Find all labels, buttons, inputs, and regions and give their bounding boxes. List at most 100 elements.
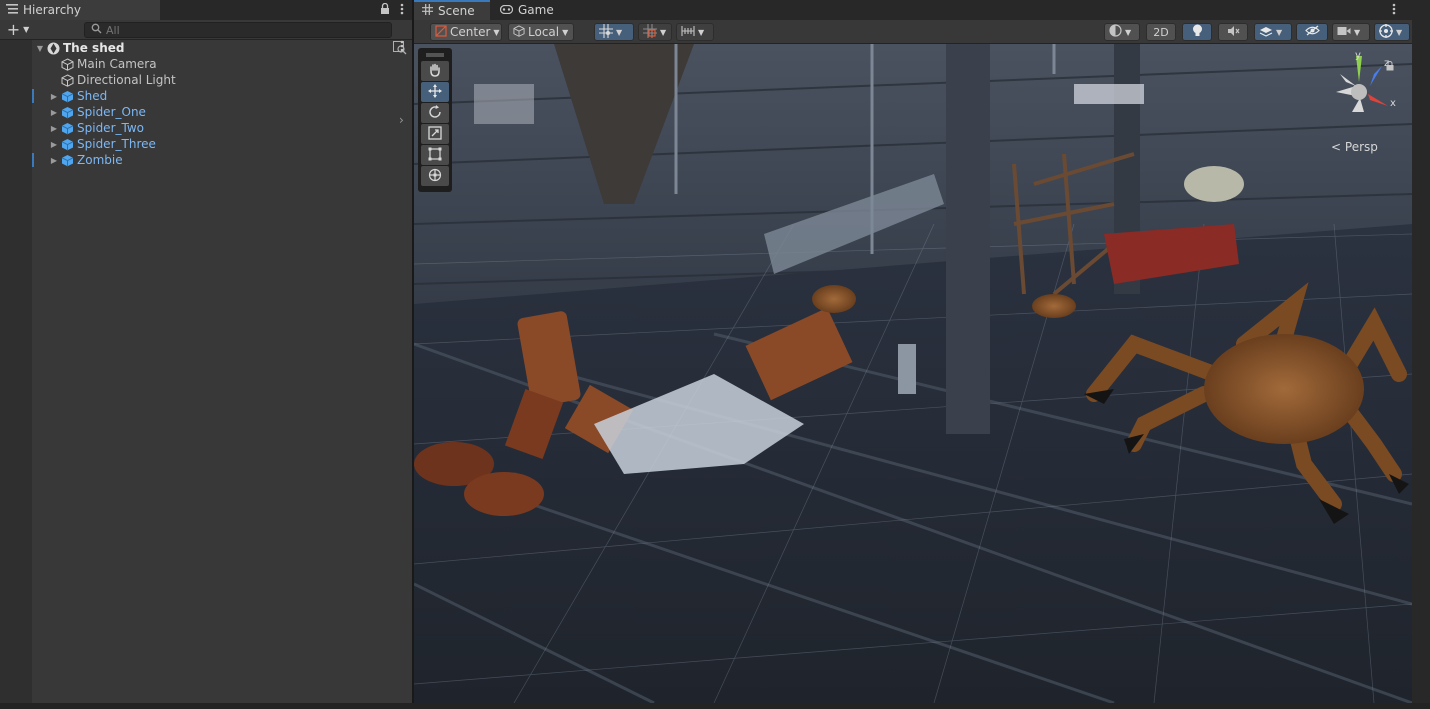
projection-toggle[interactable]: < Persp: [1331, 140, 1378, 154]
scale-icon: [428, 125, 442, 143]
window-light: [1074, 84, 1144, 104]
collapse-arrow-icon[interactable]: ▼: [34, 44, 46, 53]
item-label: Spider_Three: [77, 137, 156, 151]
transform-icon: [428, 168, 442, 185]
caret-down-icon: ▼: [562, 27, 569, 37]
rotate-icon: [428, 104, 442, 122]
add-object-button[interactable]: + ▼: [0, 20, 36, 40]
orientation-gizmo[interactable]: y z x: [1326, 50, 1402, 128]
increment-snap-toggle[interactable]: ▼: [638, 23, 672, 41]
window-light-left: [474, 84, 534, 124]
prefab-cube-icon: [60, 121, 74, 135]
item-label: Spider_One: [77, 105, 146, 119]
lightbulb-icon: [1192, 24, 1203, 40]
lock-icon[interactable]: [380, 2, 390, 18]
rect-tool-button[interactable]: [421, 145, 449, 165]
move-tool-button[interactable]: [421, 82, 449, 102]
hand-icon: [428, 63, 442, 80]
rotate-tool-button[interactable]: [421, 103, 449, 123]
list-icon: [6, 3, 18, 17]
zombie-figure: [898, 344, 916, 394]
tree-row-zombie[interactable]: ▶ Zombie: [0, 152, 412, 168]
scale-tool-button[interactable]: [421, 124, 449, 144]
tree-row-spider-one[interactable]: ▶ Spider_One: [0, 104, 412, 120]
chevron-right-icon[interactable]: ›: [399, 113, 404, 127]
grid-snap-icon: [599, 23, 613, 41]
shading-mode-dropdown[interactable]: ▼: [1104, 23, 1140, 41]
scene-viewport[interactable]: [414, 44, 1412, 703]
root-label: The shed: [63, 41, 125, 55]
caret-down-icon: ▼: [660, 27, 667, 37]
camera-settings-dropdown[interactable]: ▼: [1332, 23, 1370, 41]
search-icon: [91, 23, 102, 37]
tree-row-root[interactable]: ▼ The shed: [0, 40, 412, 56]
pivot-icon: [435, 24, 447, 40]
prefab-cube-icon: [60, 137, 74, 151]
tab-scene[interactable]: Scene: [414, 0, 490, 20]
video-camera-icon: [1337, 25, 1351, 39]
tab-hierarchy[interactable]: Hierarchy: [0, 0, 160, 20]
local-cube-icon: [513, 24, 525, 40]
caret-down-icon: ▼: [493, 27, 500, 37]
hierarchy-panel: Hierarchy + ▼ ▼: [0, 0, 412, 703]
ruler-icon: [681, 25, 695, 40]
ruler-toggle[interactable]: ▼: [676, 23, 714, 41]
tree-row-main-camera[interactable]: Main Camera: [0, 56, 412, 72]
expand-arrow-icon[interactable]: ▶: [48, 92, 60, 101]
expand-arrow-icon[interactable]: ▶: [48, 156, 60, 165]
prefab-cube-icon: [60, 89, 74, 103]
pivot-mode-dropdown[interactable]: Center ▼: [430, 23, 502, 41]
hierarchy-title: Hierarchy: [23, 3, 82, 17]
gameobject-cube-icon: [60, 57, 74, 71]
item-label: Directional Light: [77, 73, 176, 87]
hidden-objects-toggle[interactable]: [1296, 23, 1328, 41]
gizmo-cone-x[interactable]: [1368, 94, 1388, 106]
effects-dropdown[interactable]: ▼: [1254, 23, 1292, 41]
transform-tool-button[interactable]: [421, 166, 449, 186]
more-menu-icon[interactable]: [400, 3, 404, 18]
lighting-toggle[interactable]: [1182, 23, 1212, 41]
palette-grip-icon[interactable]: [420, 50, 450, 60]
expand-arrow-icon[interactable]: ▶: [48, 124, 60, 133]
gizmo-cone-z[interactable]: [1370, 66, 1382, 86]
tab-game[interactable]: Game: [492, 0, 562, 20]
tree-row-spider-two[interactable]: ▶ Spider_Two: [0, 120, 412, 136]
item-label: Shed: [77, 89, 108, 103]
search-field[interactable]: [84, 22, 392, 38]
gizmo-axis-y-label: y: [1355, 50, 1361, 61]
gizmo-globe-icon: [1379, 23, 1393, 41]
caret-down-icon: ▼: [616, 27, 623, 37]
grid-snap-toggle[interactable]: ▼: [594, 23, 634, 41]
gizmo-axis-x-label: x: [1390, 98, 1396, 109]
gizmos-dropdown[interactable]: ▼: [1374, 23, 1410, 41]
caret-down-icon: ▼: [1396, 27, 1403, 37]
tree-row-shed[interactable]: ▶ Shed: [0, 88, 412, 104]
search-input[interactable]: [106, 23, 386, 37]
snap-increment-icon: [643, 23, 657, 41]
scene-tabbar: Scene Game: [414, 0, 1430, 20]
hand-tool-button[interactable]: [421, 61, 449, 81]
hierarchy-toolbar: + ▼: [0, 20, 412, 55]
expand-arrow-icon[interactable]: ▶: [48, 108, 60, 117]
row-more-icon[interactable]: [400, 40, 404, 55]
scene-grid-icon: [422, 4, 433, 18]
eye-hidden-icon: [1304, 25, 1320, 39]
item-label: Zombie: [77, 153, 123, 167]
right-edge-strip: [1392, 0, 1430, 709]
gamepad-icon: [499, 3, 514, 17]
gizmo-lock-icon[interactable]: [1386, 60, 1394, 74]
rect-icon: [428, 147, 442, 164]
hierarchy-tabbar: Hierarchy: [0, 0, 412, 20]
caret-down-icon: ▼: [1276, 27, 1283, 37]
unity-scene-icon: [46, 41, 60, 55]
hierarchy-tree: ▼ The shed Main Camera Directional Light: [0, 40, 412, 168]
audio-toggle[interactable]: [1218, 23, 1248, 41]
tree-row-directional-light[interactable]: Directional Light: [0, 72, 412, 88]
effects-layers-icon: [1259, 25, 1273, 40]
tree-row-spider-three[interactable]: ▶ Spider_Three: [0, 136, 412, 152]
toggle-2d-button[interactable]: 2D: [1146, 23, 1176, 41]
more-menu-icon[interactable]: [1392, 3, 1396, 18]
expand-arrow-icon[interactable]: ▶: [48, 140, 60, 149]
spider-small-two: [1032, 294, 1076, 318]
space-mode-dropdown[interactable]: Local ▼: [508, 23, 574, 41]
